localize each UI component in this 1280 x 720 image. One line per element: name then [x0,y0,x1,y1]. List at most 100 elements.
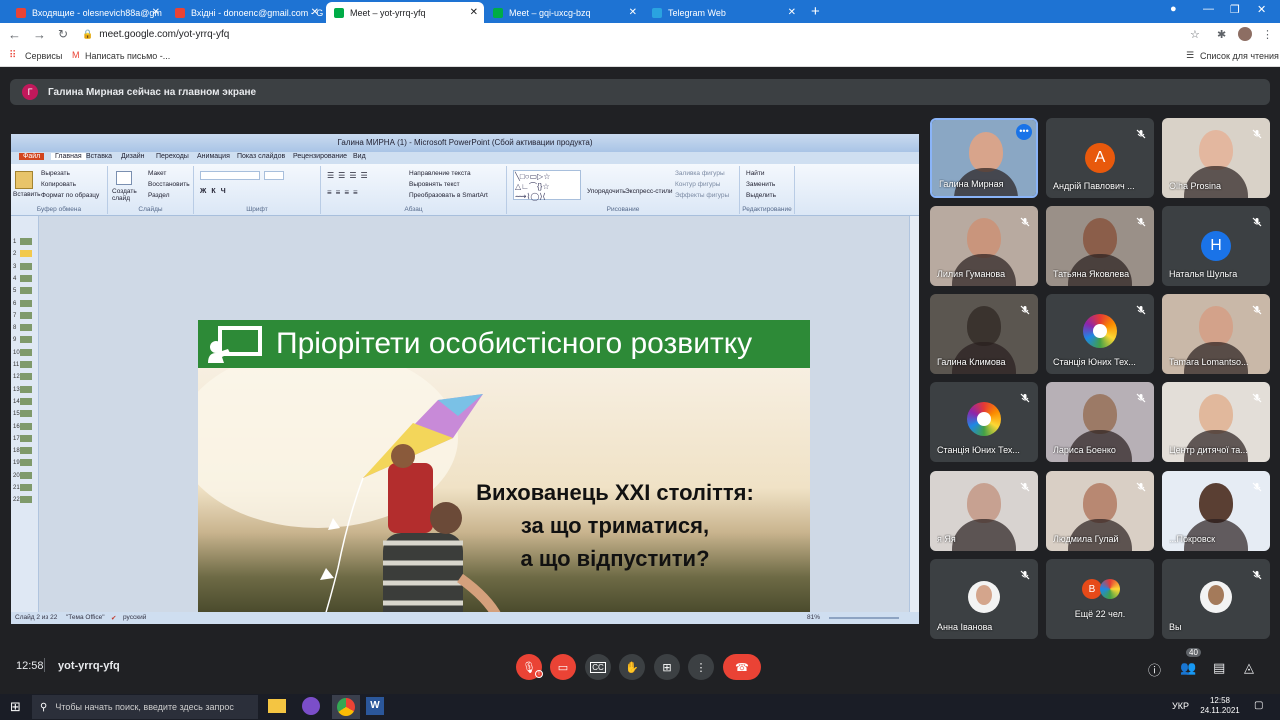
shape-fill-button[interactable]: Заливка фигуры [675,170,725,177]
slide-thumbnail[interactable]: 11 [13,361,35,370]
select-button[interactable]: Выделить [746,192,776,199]
slide-thumbnail[interactable]: 8 [13,324,35,333]
ribbon-tab[interactable]: Дизайн [121,153,145,160]
participant-tile[interactable]: Вы [1162,559,1270,639]
replace-button[interactable]: Заменить [746,181,775,188]
shape-effects-button[interactable]: Эффекты фигуры [675,192,729,199]
participant-tile[interactable]: Анна Іванова [930,559,1038,639]
shapes-gallery[interactable]: ╲□○▭▷☆ △∟⌒{}☆ ⟿⌇◯⟩⟨ [513,170,581,201]
list-icons[interactable]: ☰☰☰☰ [327,171,372,180]
avatar[interactable] [1238,27,1252,41]
ribbon-tab[interactable]: Вид [353,153,366,160]
lock-icon[interactable]: 🔒 [82,29,93,40]
shape-outline-button[interactable]: Контур фигуры [675,181,720,188]
tab-2[interactable]: Вхідні - donoenc@gmail.com - G ✕ [167,2,325,23]
slide-thumbnail[interactable]: 13 [13,385,35,395]
more-options-button[interactable]: ⋮ [688,654,714,680]
reading-list[interactable]: Список для чтения [1200,51,1279,61]
tile-options-icon[interactable]: ••• [1016,124,1032,140]
slide-thumbnail[interactable]: 4 [13,274,35,284]
tab-1[interactable]: Входящие - olesnevich88a@gm ✕ [8,2,166,23]
restore-button[interactable]: ❐ [1230,3,1240,16]
slide-thumbnail[interactable]: 1 [13,238,35,247]
ribbon-tab[interactable]: Рецензирование [293,153,347,160]
extensions-icon[interactable]: ✱ [1217,28,1226,41]
participant-tile[interactable]: я Яя [930,471,1038,551]
tab-close-icon[interactable]: ✕ [788,7,796,18]
tab-close-icon[interactable]: ✕ [311,7,319,18]
slide-thumbnail[interactable]: 20 [13,471,35,481]
slide-thumbnail[interactable]: 12 [13,373,35,382]
slide-thumbnail[interactable]: 21 [13,484,35,493]
participant-tile[interactable]: ...Покровск [1162,471,1270,551]
quick-styles-button[interactable]: Экспресс-стили [625,188,673,195]
participant-tile[interactable]: Людмила Гулай [1046,471,1154,551]
participant-tile[interactable]: Галина Мирная ••• [930,118,1038,198]
slide-thumbnail[interactable]: 17 [13,434,35,444]
new-slide-button[interactable]: Создать слайд [112,188,140,202]
cut-button[interactable]: Вырезать [41,170,70,177]
participant-tile[interactable]: А Андрій Павлович ... [1046,118,1154,198]
word-icon[interactable]: W [366,697,384,715]
tab-5[interactable]: Telegram Web ✕ [644,2,802,23]
reload-icon[interactable]: ↻ [58,27,68,41]
font-name-input[interactable] [200,171,260,180]
paste-button[interactable]: Вставить [13,191,41,198]
activities-icon[interactable]: ◬ [1244,660,1254,676]
back-icon[interactable]: ← [8,27,21,42]
ribbon-tab[interactable]: Показ слайдов [237,153,285,160]
clock-date[interactable]: 24.11.2021 [1198,706,1242,715]
slide-thumbnail[interactable]: 16 [13,422,35,432]
slide-thumbnail[interactable]: 22 [13,496,35,505]
format-painter-button[interactable]: Формат по образцу [41,192,99,199]
font-format-buttons[interactable]: ЖКЧ [200,188,231,195]
forward-icon[interactable]: → [33,27,46,42]
slide-thumbnail[interactable]: 7 [13,311,35,321]
tab-close-icon[interactable]: ✕ [629,7,637,18]
participant-tile[interactable]: Галина Климова [930,294,1038,374]
menu-icon[interactable]: ⋮ [1262,28,1273,41]
ribbon-tab[interactable]: Вставка [86,153,112,160]
keyboard-language[interactable]: УКР [1172,701,1189,711]
camera-toggle-button[interactable]: ▭ [550,654,576,680]
notifications-icon[interactable]: ▢ [1254,700,1263,711]
paste-icon[interactable] [15,171,33,189]
layout-button[interactable]: Макет [148,170,166,177]
slide-thumbnail[interactable]: 10 [13,348,35,358]
participant-tile[interactable]: В Ещё 22 чел. [1046,559,1154,639]
participant-tile[interactable]: Н Наталья Шульга [1162,206,1270,286]
slide-thumbnail[interactable]: 14 [13,397,35,407]
ribbon-tab[interactable]: Анимация [197,153,230,160]
present-button[interactable]: ⊞ [654,654,680,680]
copy-button[interactable]: Копировать [41,181,76,188]
taskbar-search[interactable]: ⚲ Чтобы начать поиск, введите здесь запр… [32,695,258,719]
window-close-button[interactable]: ✕ [1257,3,1266,16]
section-button[interactable]: Раздел [148,192,169,199]
star-icon[interactable]: ☆ [1190,28,1200,41]
profile-icon[interactable]: ● [1170,3,1177,15]
url-field[interactable]: meet.google.com/yot-yrrq-yfq [99,29,229,40]
participant-tile[interactable]: Центр дитячої та... [1162,382,1270,462]
leave-call-button[interactable]: ☎ [723,654,761,680]
participant-tile[interactable]: Tamara Lomantso... [1162,294,1270,374]
slide-thumbnail[interactable]: 2 [13,250,35,259]
clock-time[interactable]: 12:58 [1200,696,1240,705]
tab-4[interactable]: Meet – gqi-uxcg-bzq ✕ [485,2,643,23]
info-icon[interactable]: ⓘ [1148,660,1161,679]
slide-thumbnail[interactable]: 9 [13,336,35,345]
captions-button[interactable]: CC [585,654,611,680]
text-direction-button[interactable]: Направление текста [409,170,471,177]
people-icon[interactable]: 👥 [1180,660,1196,676]
apps-icon[interactable]: ⠿ [9,50,16,61]
tab-close-icon[interactable]: ✕ [152,7,160,18]
slide-thumbnail[interactable]: 18 [13,447,35,456]
slide-thumbnail[interactable]: 3 [13,262,35,272]
participant-tile[interactable]: Olha Prosina [1162,118,1270,198]
slide-thumbnail[interactable]: 19 [13,459,35,468]
smartart-button[interactable]: Преобразовать в SmartArt [409,192,488,199]
search-input[interactable]: Чтобы начать поиск, введите здесь запрос [55,702,234,712]
chat-icon[interactable]: ▤ [1213,660,1225,676]
participant-tile[interactable]: Станція Юних Тех... [930,382,1038,462]
tab-close-icon[interactable]: ✕ [470,7,478,18]
tab-3[interactable]: Meet – yot-yrrq-yfq ✕ [326,2,484,23]
